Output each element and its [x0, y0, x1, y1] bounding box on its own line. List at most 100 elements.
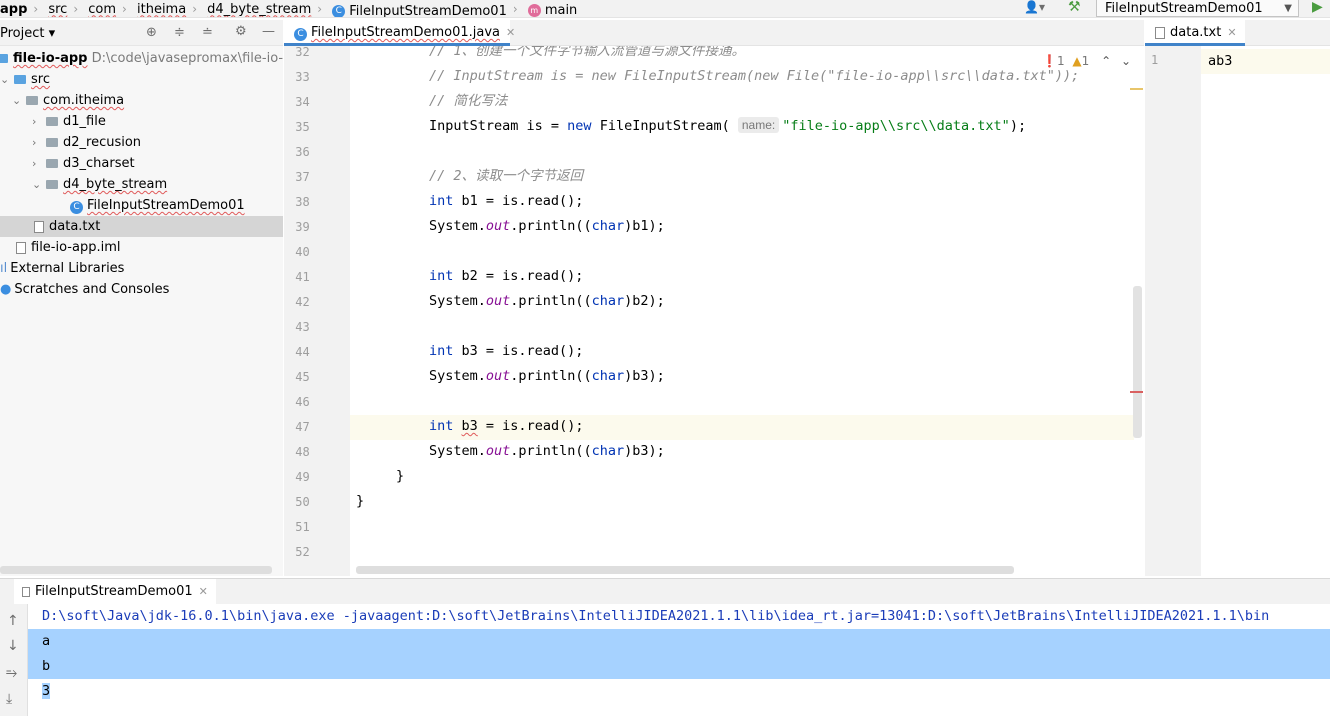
library-icon: ıl — [0, 261, 8, 276]
tree-item-src[interactable]: ⌄ src — [0, 69, 283, 90]
line-number: 50 — [295, 495, 310, 509]
tab-run[interactable]: FileInputStreamDemo01 ✕ — [14, 579, 216, 605]
console-output-line: 3 — [42, 683, 51, 699]
line-number: 46 — [295, 395, 310, 409]
breadcrumb-app[interactable]: app — [0, 0, 27, 17]
tree-item-class[interactable]: C FileInputStreamDemo01 — [0, 195, 283, 216]
tree-item-package[interactable]: ⌄ com.itheima — [0, 90, 283, 111]
error-icon: ❗ — [1042, 54, 1057, 68]
tree-item-external-libraries[interactable]: ıl External Libraries — [0, 258, 283, 279]
tree-item-data-file[interactable]: data.txt — [0, 216, 283, 237]
method-icon: m — [527, 3, 541, 17]
class-icon: C — [70, 201, 83, 214]
line-number: 45 — [295, 370, 310, 384]
code-line: // 2、读取一个字节返回 — [429, 168, 584, 184]
vertical-scrollbar[interactable] — [1133, 286, 1142, 438]
user-icon[interactable]: 👤▾ — [1024, 0, 1045, 14]
line-number: 48 — [295, 445, 310, 459]
arrow-down-icon[interactable]: ↓ — [7, 639, 19, 653]
package-icon — [26, 96, 38, 105]
breadcrumb-package[interactable]: d4_byte_stream — [207, 0, 311, 17]
package-icon — [46, 138, 58, 147]
hide-icon[interactable]: — — [262, 25, 275, 39]
code-line: System.out.println((char)b3); — [429, 368, 665, 384]
tree-item-folder[interactable]: › d1_file — [0, 111, 283, 132]
line-number: 42 — [295, 295, 310, 309]
code-line: int b3 = is.read(); — [429, 343, 584, 359]
arrow-up-icon[interactable]: ↑ — [7, 614, 19, 628]
locate-icon[interactable]: ⊕ — [146, 26, 157, 40]
next-highlight-icon[interactable]: ⌄ — [1121, 54, 1131, 68]
hammer-icon[interactable]: ⚒ — [1068, 0, 1081, 15]
project-tree: file-io-app D:\code\javasepromax\file-io… — [0, 46, 283, 576]
console-output[interactable]: D:\soft\Java\jdk-16.0.1\bin\java.exe -ja… — [28, 604, 1330, 716]
expand-all-icon[interactable]: ≑ — [174, 26, 185, 40]
close-icon[interactable]: ✕ — [199, 585, 208, 598]
line-number: 34 — [295, 95, 310, 109]
tree-item-folder[interactable]: › d3_charset — [0, 153, 283, 174]
data-file-content: ab3 — [1208, 53, 1233, 69]
code-line: int b3 = is.read(); — [429, 418, 584, 434]
side-editor[interactable]: ab3 — [1201, 46, 1330, 576]
inspection-widget[interactable]: ❗1 ▲1 ⌃ ⌄ — [1040, 54, 1134, 68]
tree-item-scratches[interactable]: ● Scratches and Consoles — [0, 279, 283, 300]
line-number: 39 — [295, 220, 310, 234]
run-icon[interactable]: ▶ — [1312, 0, 1323, 15]
chevron-right-icon: › — [32, 157, 37, 170]
code-line: InputStream is = new FileInputStream( na… — [429, 117, 1027, 134]
class-icon: C — [294, 28, 307, 41]
previous-highlight-icon[interactable]: ⌃ — [1101, 54, 1111, 68]
side-editor-tabs: data.txt ✕ — [1145, 20, 1330, 46]
gear-icon[interactable]: ⚙ — [235, 25, 247, 39]
chevron-down-icon: ⌄ — [32, 178, 42, 191]
code-line: System.out.println((char)b1); — [429, 218, 665, 234]
breadcrumb-class[interactable]: C FileInputStreamDemo01 — [332, 2, 507, 17]
project-panel-header: Project ▾ ⊕ ≑ ≐ ⚙ — — [0, 20, 283, 46]
chevron-down-icon: ⌄ — [0, 73, 10, 86]
close-icon[interactable]: ✕ — [1227, 26, 1236, 39]
line-number: 33 — [295, 70, 310, 84]
tree-item-folder[interactable]: › d2_recusion — [0, 132, 283, 153]
editor-horizontal-scrollbar[interactable] — [356, 566, 1014, 574]
scroll-to-end-icon[interactable]: ⤓ — [6, 692, 12, 706]
breadcrumb-itheima[interactable]: itheima — [137, 0, 186, 17]
tree-item-root[interactable]: file-io-app D:\code\javasepromax\file-io… — [0, 48, 283, 69]
code-line: int b1 = is.read(); — [429, 193, 584, 209]
line-number: 47 — [295, 420, 310, 434]
folder-icon — [14, 75, 26, 84]
close-icon[interactable]: ✕ — [506, 26, 515, 39]
tab-data-txt[interactable]: data.txt ✕ — [1145, 20, 1245, 46]
run-configuration-select[interactable]: FileInputStreamDemo01 ▼ — [1096, 0, 1299, 17]
error-marker — [1130, 391, 1143, 393]
run-toolbar: ↑ ↓ ⥱ ⤓ — [0, 604, 28, 716]
chevron-right-icon: › — [73, 1, 79, 16]
text-file-icon — [34, 220, 44, 233]
code-editor[interactable]: // 1、创建一个文件字节输入流管道与源文件接通。 // InputStream … — [350, 46, 1134, 576]
console-output-line: b — [28, 654, 1330, 679]
chevron-right-icon: › — [122, 1, 127, 16]
breadcrumb-src[interactable]: src — [48, 0, 67, 17]
text-file-icon — [1155, 26, 1165, 39]
console-output-line: a — [28, 629, 1330, 654]
tab-file-input-stream-demo[interactable]: C FileInputStreamDemo01.java ✕ — [284, 20, 515, 46]
package-icon — [46, 117, 58, 126]
horizontal-scrollbar[interactable] — [0, 566, 272, 574]
chevron-right-icon: › — [192, 1, 198, 16]
tree-item-iml[interactable]: file-io-app.iml — [0, 237, 283, 258]
soft-wrap-icon[interactable]: ⥱ — [6, 666, 17, 680]
code-line: } — [356, 493, 365, 509]
module-file-icon — [16, 241, 26, 254]
tree-item-folder[interactable]: ⌄ d4_byte_stream — [0, 174, 283, 195]
warning-icon: ▲ — [1072, 54, 1082, 68]
scratches-icon: ● — [0, 282, 12, 297]
breadcrumb-com[interactable]: com — [88, 0, 116, 17]
code-line: int b2 = is.read(); — [429, 268, 584, 284]
line-number: 37 — [295, 170, 310, 184]
line-number: 49 — [295, 470, 310, 484]
line-number: 41 — [295, 270, 310, 284]
project-view-selector[interactable]: Project ▾ — [0, 26, 55, 41]
chevron-right-icon: › — [317, 1, 323, 16]
collapse-all-icon[interactable]: ≐ — [202, 26, 213, 40]
breadcrumb-method[interactable]: m main — [527, 1, 577, 17]
ide-window: app › src › com › itheima › d4_byte_stream › … — [0, 0, 1330, 716]
